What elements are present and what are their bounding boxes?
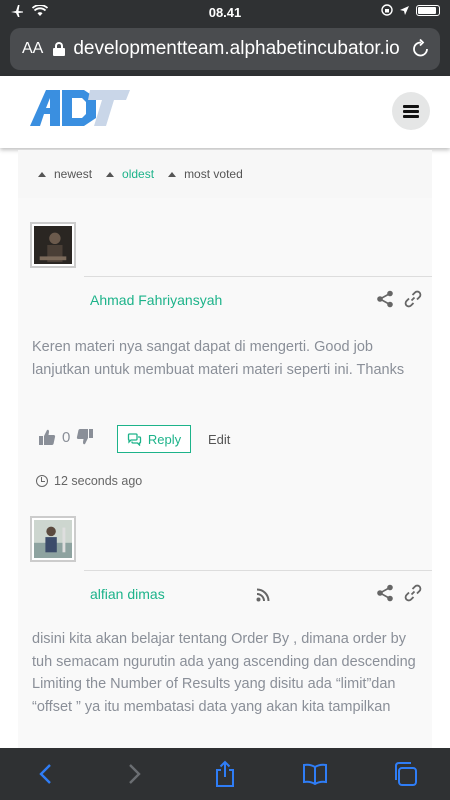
vote-controls: 0 bbox=[38, 428, 94, 446]
site-header bbox=[0, 76, 450, 148]
edit-link[interactable]: Edit bbox=[208, 432, 230, 447]
sort-newest[interactable]: newest bbox=[38, 167, 92, 181]
book-icon bbox=[303, 763, 327, 785]
share-icon[interactable] bbox=[376, 584, 394, 602]
link-icon[interactable] bbox=[404, 584, 422, 602]
forward-button[interactable] bbox=[120, 759, 150, 789]
tabs-icon bbox=[395, 762, 417, 786]
thumbs-up-icon[interactable] bbox=[38, 428, 56, 446]
bookmarks-button[interactable] bbox=[300, 759, 330, 789]
link-icon[interactable] bbox=[404, 290, 422, 308]
comment-paragraph: disini kita akan belajar tentang Order B… bbox=[32, 631, 416, 670]
share-button[interactable] bbox=[210, 759, 240, 789]
location-icon bbox=[400, 5, 409, 15]
browser-toolbar: AA developmentteam.alphabetincubator.io bbox=[0, 24, 450, 76]
caret-up-icon bbox=[106, 171, 115, 177]
share-icon[interactable] bbox=[376, 290, 394, 308]
rotation-lock-icon bbox=[381, 4, 393, 16]
caret-up-icon bbox=[38, 171, 46, 177]
status-bar: 08.41 bbox=[0, 0, 450, 24]
avatar-image bbox=[34, 226, 72, 264]
avatar[interactable] bbox=[30, 222, 76, 268]
vote-count: 0 bbox=[62, 428, 71, 446]
url-text[interactable]: developmentteam.alphabetincubator.io bbox=[73, 38, 403, 60]
rss-icon[interactable] bbox=[256, 588, 270, 602]
comment-text: disini kita akan belajar tentang Order B… bbox=[32, 628, 422, 748]
avatar-image bbox=[34, 520, 72, 558]
chevron-left-icon bbox=[39, 764, 51, 784]
comment-author[interactable]: Ahmad Fahriyansyah bbox=[90, 292, 222, 308]
clock-icon bbox=[36, 475, 48, 487]
comment-card: alfian dimas disini kita akan belajar te… bbox=[18, 570, 432, 750]
comment-card: Ahmad Fahriyansyah Keren materi nya sang… bbox=[18, 276, 432, 501]
comment-author[interactable]: alfian dimas bbox=[90, 586, 165, 602]
reader-settings-button[interactable]: AA bbox=[22, 40, 43, 58]
address-bar[interactable]: AA developmentteam.alphabetincubator.io bbox=[10, 28, 440, 70]
reply-button[interactable]: Reply bbox=[117, 425, 191, 453]
sort-most-voted[interactable]: most voted bbox=[168, 167, 243, 181]
caret-up-icon bbox=[168, 171, 177, 177]
thumbs-down-icon[interactable] bbox=[76, 428, 94, 446]
sort-oldest[interactable]: oldest bbox=[106, 167, 154, 181]
chevron-right-icon bbox=[129, 764, 141, 784]
browser-bottom-toolbar bbox=[0, 748, 450, 800]
tabs-button[interactable] bbox=[390, 759, 420, 789]
comment-paragraph: Limiting the Number of Results yang disi… bbox=[32, 676, 396, 715]
sort-bar: newest oldest most voted bbox=[18, 150, 432, 198]
share-sheet-icon bbox=[216, 760, 234, 787]
site-logo[interactable] bbox=[30, 86, 130, 130]
lock-icon bbox=[53, 42, 66, 56]
battery-icon bbox=[416, 4, 440, 16]
hamburger-icon bbox=[403, 104, 419, 118]
comment-text: Keren materi nya sangat dapat di mengert… bbox=[32, 339, 405, 378]
avatar[interactable] bbox=[30, 516, 76, 562]
comments-icon bbox=[127, 432, 142, 446]
menu-button[interactable] bbox=[392, 92, 430, 130]
reload-icon[interactable] bbox=[412, 38, 430, 58]
back-button[interactable] bbox=[30, 759, 60, 789]
comment-timestamp: 12 seconds ago bbox=[36, 474, 142, 488]
